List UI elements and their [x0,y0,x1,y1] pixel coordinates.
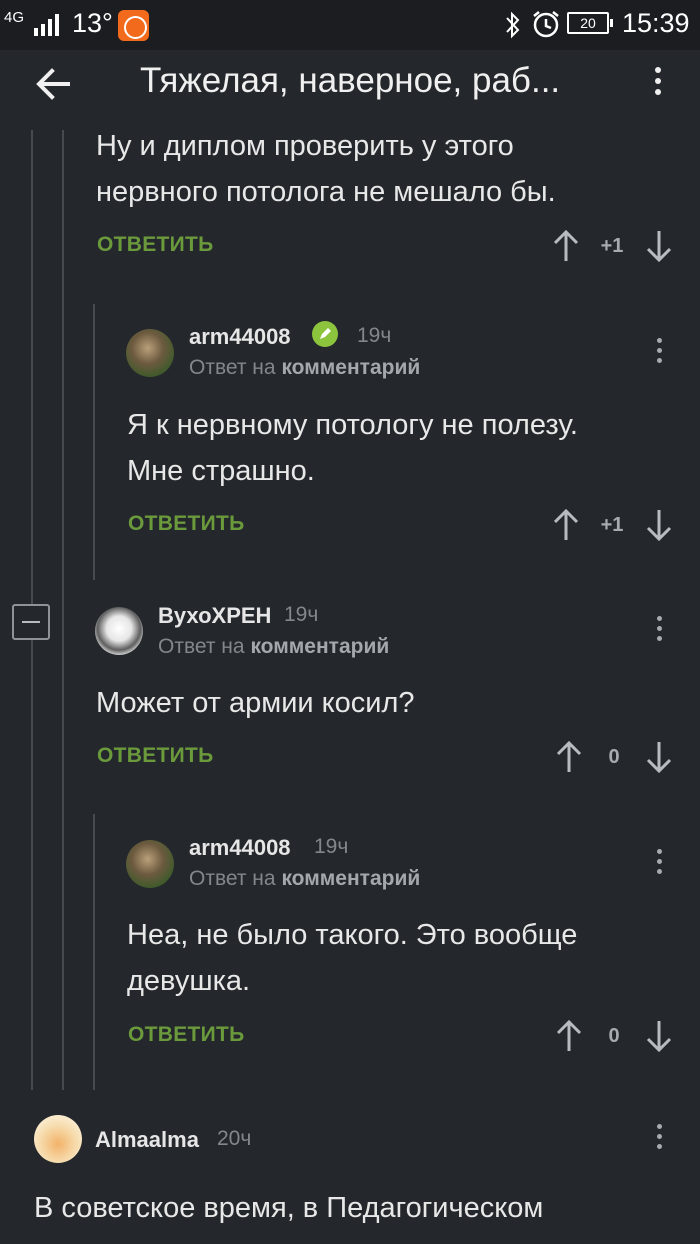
downvote-arrow-icon[interactable] [646,229,672,263]
signal-icon [34,14,59,36]
avatar[interactable] [126,840,174,888]
comment-menu-icon[interactable] [649,1117,669,1157]
battery-icon: 20 [567,12,613,34]
reply-to-link[interactable]: комментарий [250,635,389,658]
comment-username[interactable]: arm44008 [189,324,291,350]
reply-to-line: Ответ на комментарий [189,867,421,890]
upvote-arrow-icon[interactable] [553,229,579,263]
downvote-arrow-icon[interactable] [646,508,672,542]
comment-username[interactable]: ВухоХРЕН [158,603,271,629]
network-type: 4G [4,9,25,26]
reply-button[interactable]: ОТВЕТИТЬ [97,744,214,768]
comment-time: 20ч [217,1127,252,1150]
reply-to-line: Ответ на комментарий [189,356,421,379]
back-arrow-icon[interactable] [32,60,76,108]
comment-username[interactable]: Almaalma [95,1127,199,1153]
upvote-arrow-icon[interactable] [553,508,579,542]
collapse-thread-button[interactable] [12,604,50,640]
comment-username[interactable]: arm44008 [189,835,291,861]
alarm-icon [533,11,559,38]
clock: 15:39 [622,8,690,38]
comment-menu-icon[interactable] [649,609,669,649]
comment-text: Может от армии косил? [96,687,415,719]
status-bar: 4G 13° 20 15:39 [0,0,700,50]
bluetooth-icon [506,11,520,39]
comment-score: +1 [600,514,624,536]
reply-to-line: Ответ на комментарий [158,635,390,658]
reply-button[interactable]: ОТВЕТИТЬ [128,512,245,536]
comment-score: 0 [608,746,620,768]
mi-app-icon [118,10,149,41]
temperature: 13° [72,8,113,38]
reply-button[interactable]: ОТВЕТИТЬ [97,233,214,257]
comment-text: В советское время, в Педагогическом [34,1192,544,1224]
avatar[interactable] [126,329,174,377]
comment-menu-icon[interactable] [649,331,669,371]
upvote-arrow-icon[interactable] [556,1019,582,1053]
comment-score: 0 [608,1025,620,1047]
pencil-badge-icon [312,321,338,347]
reply-to-link[interactable]: комментарий [281,356,420,379]
downvote-arrow-icon[interactable] [646,1019,672,1053]
comment-score: +1 [600,235,624,257]
thread-line [93,814,95,1090]
app-toolbar: Тяжелая, наверное, раб... [0,50,700,130]
reply-button[interactable]: ОТВЕТИТЬ [128,1023,245,1047]
page-title: Тяжелая, наверное, раб... [140,61,561,100]
comment-text: Неа, не было такого. Это вообще девушка. [127,919,578,997]
reply-to-link[interactable]: комментарий [281,867,420,890]
downvote-arrow-icon[interactable] [646,740,672,774]
comment-time: 19ч [314,835,349,858]
thread-line [62,130,64,1090]
comment-time: 19ч [357,324,392,347]
thread-line [93,304,95,580]
comment-text: Я к нервному потологу не полезу. Мне стр… [127,409,578,487]
more-options-icon[interactable] [646,58,670,108]
comment-time: 19ч [284,603,319,626]
upvote-arrow-icon[interactable] [556,740,582,774]
comment-menu-icon[interactable] [649,842,669,882]
avatar[interactable] [95,607,143,655]
comment-text: Ну и диплом проверить у этого нервного п… [96,130,556,208]
avatar[interactable] [34,1115,82,1163]
